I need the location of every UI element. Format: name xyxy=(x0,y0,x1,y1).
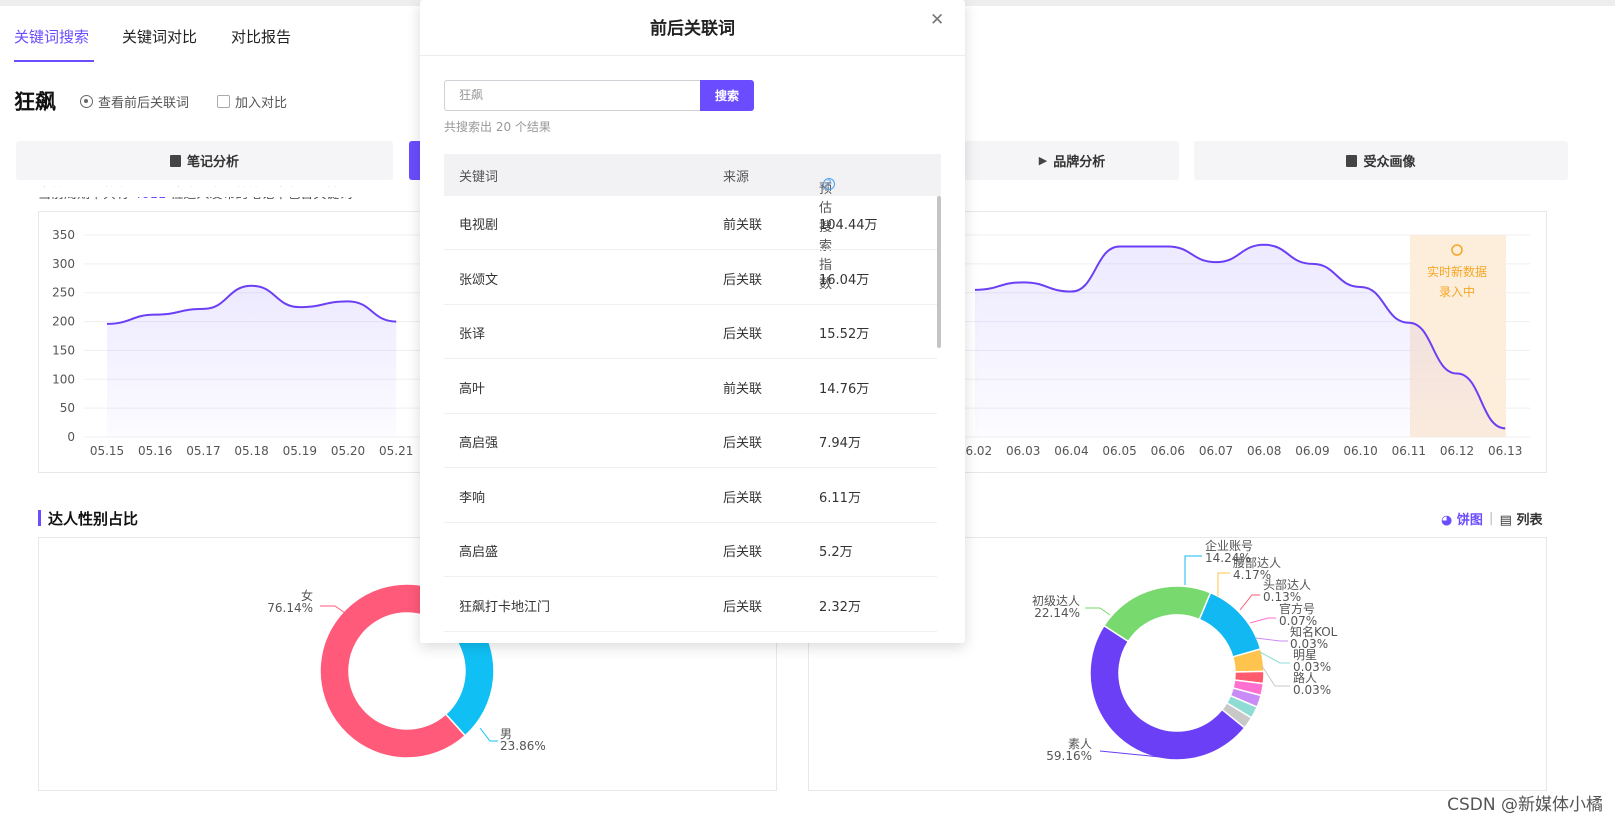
y-tick-label: 0 xyxy=(67,430,75,444)
y-tick-label: 100 xyxy=(52,372,75,386)
leader-line xyxy=(1259,651,1290,664)
row-keyword: 张颂文 xyxy=(459,272,499,288)
pie-slice xyxy=(1102,585,1212,643)
x-tick-label: 06.13 xyxy=(1488,444,1522,458)
realtime-label: 实时新数据 xyxy=(1427,264,1487,279)
row-source: 前关联 xyxy=(723,218,763,233)
x-tick-label: 05.20 xyxy=(331,444,365,458)
slice-pct: 76.14% xyxy=(267,601,313,615)
row-source: 后关联 xyxy=(723,490,763,506)
leader-line xyxy=(1184,555,1202,585)
row-source: 后关联 xyxy=(723,436,763,451)
row-index: 15.52万 xyxy=(819,327,870,342)
modal-divider xyxy=(420,55,965,56)
x-tick-label: 06.03 xyxy=(1006,444,1040,458)
y-tick-label: 350 xyxy=(52,228,75,242)
result-count: 共搜索出 20 个结果 xyxy=(444,120,551,134)
x-tick-label: 05.17 xyxy=(186,444,220,458)
y-tick-label: 50 xyxy=(60,401,75,415)
slice-pct: 23.86% xyxy=(500,739,546,753)
pie-slice xyxy=(1198,591,1262,658)
leader-line xyxy=(1239,594,1260,611)
table-row[interactable]: 高叶 前关联 14.76万 xyxy=(444,360,937,414)
row-index: 5.2万 xyxy=(819,545,853,560)
x-tick-label: 06.06 xyxy=(1151,444,1185,458)
table-row[interactable]: 狂飙打卡地江门 后关联 2.32万 xyxy=(444,578,937,632)
row-index: 16.04万 xyxy=(819,272,870,288)
realtime-label: 录入中 xyxy=(1439,284,1475,299)
row-keyword: 电视剧 xyxy=(459,218,499,233)
table-row[interactable]: 张颂文 后关联 16.04万 xyxy=(444,251,937,305)
slice-pct: 22.14% xyxy=(1034,606,1080,620)
row-keyword: 高叶 xyxy=(459,381,486,397)
leader-line xyxy=(1249,617,1276,624)
row-index: 2.32万 xyxy=(819,599,861,615)
table-scrollbar[interactable] xyxy=(937,196,941,348)
row-keyword: 张译 xyxy=(459,327,486,342)
row-index: 14.76万 xyxy=(819,381,870,397)
modal-search-input[interactable]: 狂飙 xyxy=(444,80,701,111)
table-row[interactable]: 张译 后关联 15.52万 xyxy=(444,305,937,359)
leader-line xyxy=(479,727,498,742)
table-row[interactable]: 高启强 后关联 7.94万 xyxy=(444,414,937,468)
close-icon[interactable]: ✕ xyxy=(930,10,944,30)
row-source: 后关联 xyxy=(723,545,763,560)
leader-line xyxy=(1255,637,1288,642)
slice-pct: 59.16% xyxy=(1046,749,1092,763)
leader-line xyxy=(1085,607,1111,616)
row-keyword: 高启强 xyxy=(459,436,499,451)
y-tick-label: 150 xyxy=(52,343,75,357)
row-source: 后关联 xyxy=(723,272,763,288)
x-tick-label: 06.07 xyxy=(1199,444,1233,458)
row-keyword: 高启盛 xyxy=(459,545,499,560)
x-tick-label: 06.05 xyxy=(1102,444,1136,458)
x-tick-label: 06.04 xyxy=(1054,444,1088,458)
x-tick-label: 06.12 xyxy=(1440,444,1474,458)
x-tick-label: 05.18 xyxy=(234,444,268,458)
y-tick-label: 300 xyxy=(52,257,75,271)
table-row[interactable]: 李响 后关联 6.11万 xyxy=(444,469,937,523)
leader-line xyxy=(1217,572,1230,596)
leader-line xyxy=(320,605,346,614)
slice-pct: 0.03% xyxy=(1293,683,1331,697)
x-tick-label: 06.08 xyxy=(1247,444,1281,458)
modal-search-button[interactable]: 搜索 xyxy=(700,80,754,111)
y-tick-label: 200 xyxy=(52,315,75,329)
modal-title: 前后关联词 xyxy=(650,19,735,39)
row-source: 前关联 xyxy=(723,381,763,397)
x-tick-label: 06.11 xyxy=(1392,444,1426,458)
x-tick-label: 06.10 xyxy=(1343,444,1377,458)
y-tick-label: 250 xyxy=(52,286,75,300)
row-source: 后关联 xyxy=(723,599,763,615)
x-tick-label: 06.09 xyxy=(1295,444,1329,458)
table-header: 关键词 来源 预估搜索指数? xyxy=(444,154,941,292)
help-icon[interactable]: ? xyxy=(823,178,835,190)
trend-area xyxy=(107,285,397,437)
table-row[interactable]: 高启盛 后关联 5.2万 xyxy=(444,523,937,577)
row-index: 6.11万 xyxy=(819,490,861,506)
row-index: 7.94万 xyxy=(819,436,861,451)
watermark: CSDN @新媒体小橘 xyxy=(1447,795,1603,815)
col-keyword: 关键词 xyxy=(459,170,499,185)
leader-line xyxy=(1261,665,1290,687)
col-source: 来源 xyxy=(723,170,750,185)
x-tick-label: 05.19 xyxy=(283,444,317,458)
x-tick-label: 05.15 xyxy=(90,444,124,458)
row-keyword: 狂飙打卡地江门 xyxy=(459,599,551,615)
row-keyword: 李响 xyxy=(459,490,486,506)
row-index: 104.44万 xyxy=(819,218,878,233)
x-tick-label: 05.16 xyxy=(138,444,172,458)
table-row[interactable]: 电视剧 前关联 104.44万 xyxy=(444,196,937,250)
row-source: 后关联 xyxy=(723,327,763,342)
x-tick-label: 05.21 xyxy=(379,444,413,458)
